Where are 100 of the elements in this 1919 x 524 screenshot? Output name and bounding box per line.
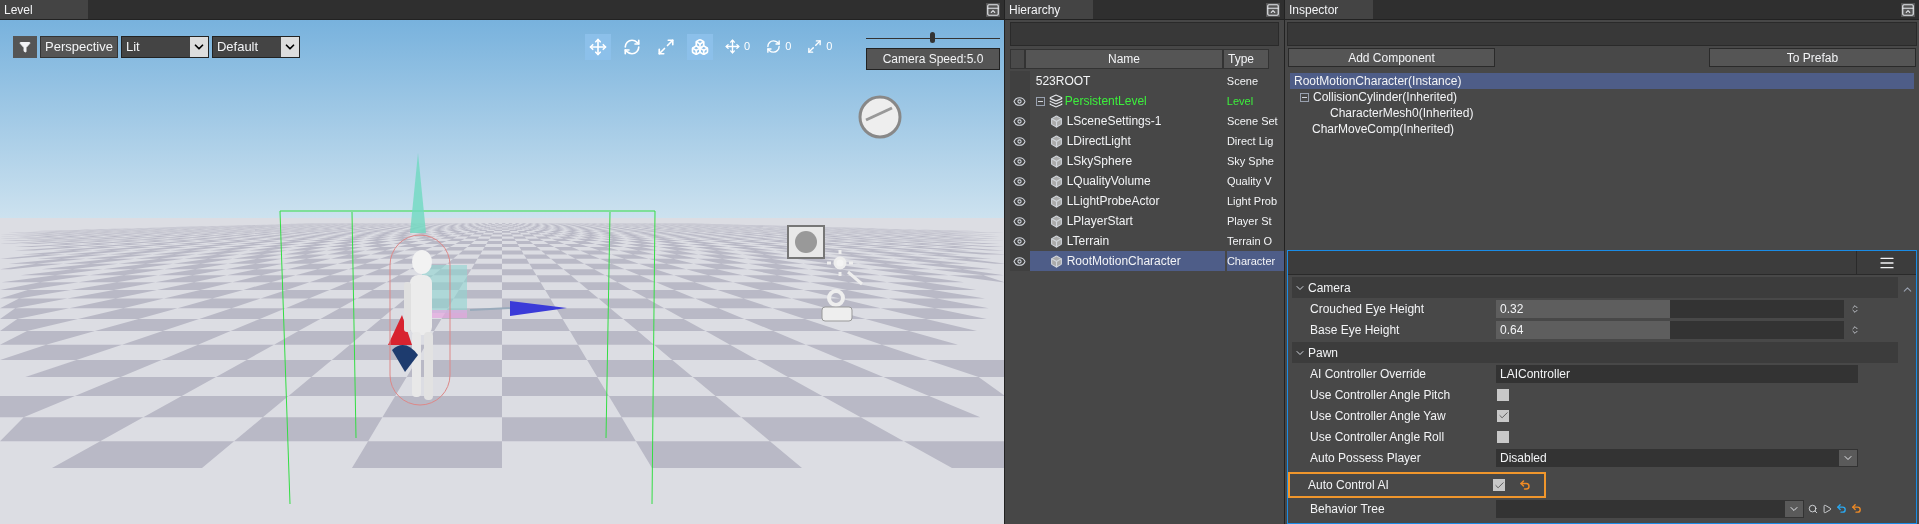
row-name: LLightProbeActor (1066, 193, 1160, 210)
hierarchy-row[interactable]: LDirectLight Direct Lig (1010, 131, 1284, 151)
eye-icon[interactable] (1013, 254, 1027, 268)
slider-thumb[interactable] (929, 32, 935, 43)
eye-icon[interactable] (1013, 194, 1027, 208)
dropdown-field[interactable]: Disabled (1496, 448, 1858, 467)
search-icon[interactable] (1808, 503, 1818, 514)
section-header[interactable]: Pawn (1292, 342, 1898, 363)
row-name: LDirectLight (1066, 133, 1131, 150)
row-name: LSkySphere (1066, 153, 1133, 170)
property-label: Use Controller Angle Roll (1309, 428, 1446, 446)
inspector-button[interactable]: To Prefab (1709, 48, 1916, 67)
filter-icon (19, 41, 31, 53)
row-type: Sky Sphe (1226, 153, 1274, 169)
section-title: Pawn (1308, 344, 1339, 362)
dock-icon[interactable] (1901, 2, 1915, 17)
number-field[interactable]: 0.64 (1496, 320, 1844, 339)
property-label: Base Eye Height (1309, 321, 1401, 339)
component-item[interactable]: CollisionCylinder(Inherited) (1290, 89, 1914, 105)
component-name: CharacterMesh0(Inherited) (1330, 105, 1474, 122)
property-label: Behavior Tree (1309, 500, 1386, 518)
row-type: Terrain O (1226, 233, 1273, 249)
row-name: LQualityVolume (1066, 173, 1151, 190)
row-type: Scene Set (1226, 113, 1278, 129)
view-options-button[interactable] (13, 36, 37, 58)
row-type: Level (1226, 93, 1254, 109)
row-type: Character (1226, 253, 1276, 269)
eye-icon[interactable] (1013, 154, 1027, 168)
section-header[interactable]: Camera (1292, 277, 1898, 298)
eye-icon[interactable] (1013, 214, 1027, 228)
view-mode-button[interactable]: Perspective (40, 36, 118, 58)
eye-icon[interactable] (1013, 114, 1027, 128)
rotate-icon (766, 38, 782, 54)
property-label: Use Controller Angle Pitch (1309, 386, 1452, 404)
checkbox[interactable] (1493, 479, 1505, 491)
dock-icon[interactable] (1266, 2, 1280, 17)
hierarchy-row[interactable]: LSceneSettings-1 Scene Set (1010, 111, 1284, 131)
component-item[interactable]: CharacterMesh0(Inherited) (1290, 105, 1914, 121)
section-title: Camera (1308, 279, 1351, 297)
reset-icon[interactable] (1519, 479, 1531, 491)
move-icon (589, 38, 607, 56)
reset-icon[interactable] (1851, 503, 1862, 514)
panel-tab[interactable]: Inspector (1285, 0, 1373, 19)
scale-icon (657, 38, 675, 56)
property-label: Crouched Eye Height (1309, 300, 1426, 318)
hierarchy-row[interactable]: LPlayerStart Player St (1010, 211, 1284, 231)
row-type: Direct Lig (1226, 133, 1274, 149)
mode-dropdown[interactable]: Default (211, 36, 300, 58)
player-start-icon (821, 289, 853, 322)
component-item[interactable]: CharMoveComp(Inherited) (1290, 121, 1914, 137)
row-type: Quality V (1226, 173, 1272, 189)
component-name: CollisionCylinder(Inherited) (1313, 89, 1458, 106)
row-name: LPlayerStart (1066, 213, 1133, 230)
checkbox[interactable] (1497, 430, 1509, 443)
layers-icon (1048, 94, 1063, 108)
row-name: PersistentLevel (1064, 93, 1147, 110)
panel-tab[interactable]: Hierarchy (1005, 0, 1093, 19)
column-header[interactable]: Type (1223, 49, 1269, 69)
text-field[interactable]: LAIController (1496, 364, 1858, 383)
hierarchy-row[interactable]: LLightProbeActor Light Prob (1010, 191, 1284, 211)
collapse-icon[interactable] (1300, 92, 1309, 102)
inspector-button[interactable]: Add Component (1288, 48, 1495, 67)
component-name: RootMotionCharacter(Instance) (1294, 73, 1462, 90)
hierarchy-row[interactable]: LTerrain Terrain O (1010, 231, 1284, 251)
row-name: 523ROOT (1035, 73, 1091, 90)
property-label: Use Controller Angle Yaw (1309, 407, 1447, 425)
eye-icon[interactable] (1013, 134, 1027, 148)
check-icon (1497, 410, 1509, 421)
camera-speed-slider[interactable] (866, 32, 1000, 44)
reset-icon[interactable] (1836, 503, 1847, 514)
play-icon[interactable] (1822, 503, 1832, 514)
property-label: Auto Possess Player (1309, 449, 1422, 467)
column-header[interactable]: Name (1025, 49, 1223, 69)
hierarchy-row[interactable]: LQualityVolume Quality V (1010, 171, 1284, 191)
component-name: CharMoveComp(Inherited) (1312, 121, 1455, 138)
checkbox[interactable] (1497, 409, 1509, 422)
property-label: Auto Control AI (1307, 477, 1390, 494)
hierarchy-row[interactable]: 523ROOT Scene (1010, 71, 1284, 91)
column-header (1010, 49, 1025, 69)
row-type: Player St (1226, 213, 1272, 229)
checkbox[interactable] (1497, 388, 1509, 401)
eye-icon[interactable] (1013, 94, 1027, 108)
dock-icon[interactable] (986, 2, 1000, 17)
row-type: Light Prob (1226, 193, 1278, 209)
rotate-icon (623, 38, 641, 56)
hierarchy-row[interactable]: PersistentLevel Level (1010, 91, 1284, 111)
collapse-icon[interactable] (1035, 96, 1045, 106)
camera-speed-label: Camera Speed:5.0 (866, 48, 1000, 70)
eye-icon[interactable] (1013, 234, 1027, 248)
mode-dropdown[interactable]: Lit (120, 36, 209, 58)
number-field[interactable]: 0.32 (1496, 299, 1844, 318)
row-name: RootMotionCharacter (1066, 253, 1181, 270)
eye-icon[interactable] (1013, 174, 1027, 188)
row-name: LTerrain (1066, 233, 1110, 250)
check-icon (1493, 479, 1505, 491)
hierarchy-row[interactable]: LSkySphere Sky Sphe (1010, 151, 1284, 171)
reflection-probe-icon (858, 95, 902, 139)
scale-icon (807, 38, 823, 54)
panel-tab[interactable]: Level (0, 0, 88, 19)
component-item[interactable]: RootMotionCharacter(Instance) (1290, 73, 1914, 89)
